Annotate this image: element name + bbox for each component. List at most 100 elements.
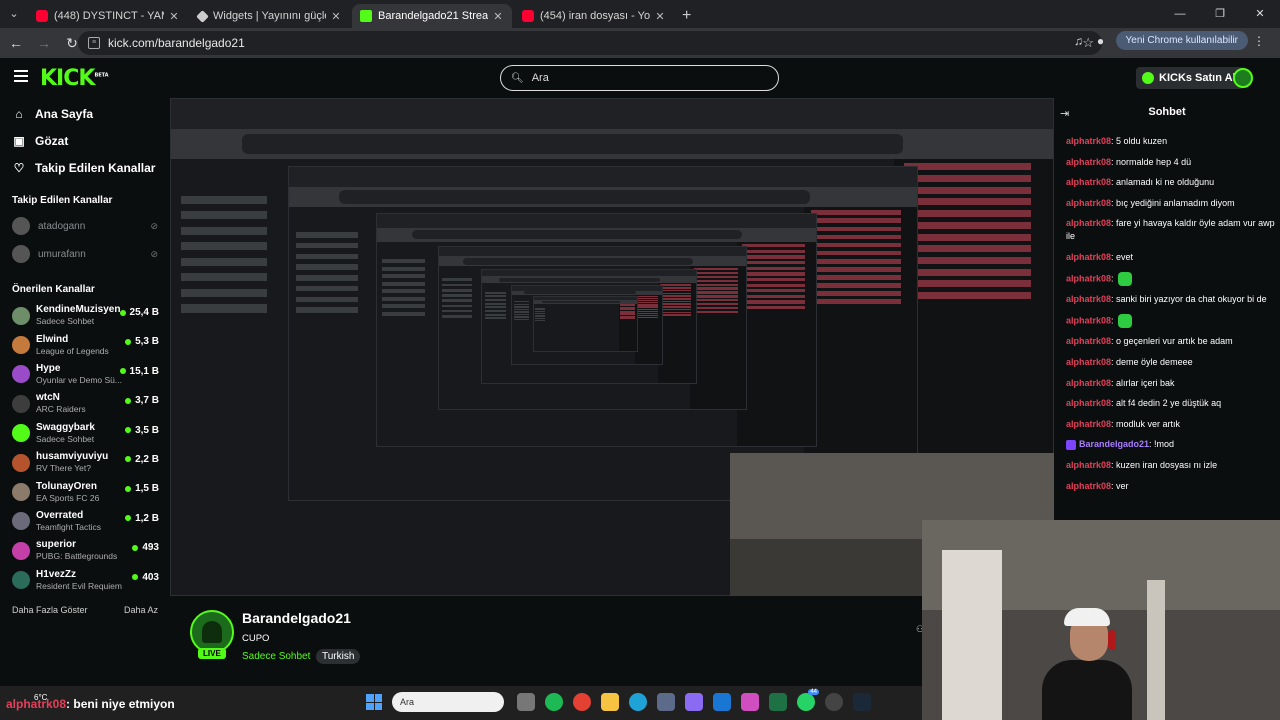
recommended-channel[interactable]: TolunayOren EA Sports FC 26 1,5 B xyxy=(0,477,170,506)
chat-text: : kuzen iran dosyası nı izle xyxy=(1111,459,1218,470)
chat-username[interactable]: alphatrk08 xyxy=(1066,378,1111,388)
recommended-channel[interactable]: Elwind League of Legends 5,3 B xyxy=(0,330,170,359)
tab-search-icon[interactable]: ⌄ xyxy=(6,6,22,22)
browser-tab[interactable]: (454) iran dosyası - YouTube ✕ xyxy=(514,4,674,28)
channel-name: H1vezZz xyxy=(36,568,77,580)
avatar xyxy=(12,306,30,325)
browser-tab[interactable]: (448) DYSTINCT - YAMA (Aykut ✕ xyxy=(28,4,188,28)
channel-category: Teamfight Tactics xyxy=(36,521,102,532)
whatsapp-badge: 44 xyxy=(808,689,819,695)
chat-text: : 5 oldu kuzen xyxy=(1111,136,1168,146)
search-icon: 🔍︎ xyxy=(511,72,524,84)
buy-kicks-button[interactable]: KICKs Satın Al xyxy=(1136,67,1244,89)
browser-tab[interactable]: Widgets | Yayınını güçlendirme ✕ xyxy=(190,4,350,28)
channel-name: wtcN xyxy=(36,392,60,404)
chat-username[interactable]: alphatrk08 xyxy=(1066,357,1111,367)
task-view-icon[interactable] xyxy=(517,693,535,711)
recommended-channel[interactable]: Hype Oyunlar ve Demo Sü... 15,1 B xyxy=(0,360,170,389)
windows-start-icon[interactable] xyxy=(366,694,382,710)
steam-icon[interactable] xyxy=(853,693,871,711)
menu-icon[interactable] xyxy=(14,70,28,82)
close-window-icon[interactable]: ✕ xyxy=(1240,0,1280,28)
recommended-channel[interactable]: H1vezZz Resident Evil Requiem 403 xyxy=(0,566,170,595)
chat-username[interactable]: alphatrk08 xyxy=(1066,157,1111,167)
chat-username[interactable]: alphatrk08 xyxy=(1066,218,1111,228)
user-avatar[interactable] xyxy=(1233,68,1253,88)
restore-icon[interactable]: ❐ xyxy=(1200,0,1240,28)
channel-category: Oyunlar ve Demo Sü... xyxy=(36,374,122,385)
chat-username[interactable]: alphatrk08 xyxy=(1066,315,1111,325)
show-less-link[interactable]: Daha Az xyxy=(124,605,158,615)
chat-overlay-text: alphatrk08: beni niye etmiyon xyxy=(6,697,175,711)
forward-icon[interactable]: → xyxy=(32,31,56,55)
tab-close-icon[interactable]: ✕ xyxy=(330,10,342,23)
stream-category[interactable]: Sadece Sohbet xyxy=(242,651,310,662)
chrome-menu-icon[interactable]: ⋮ xyxy=(1248,34,1270,48)
recommended-channel[interactable]: KendineMuzisyen Sadece Sohbet 25,4 B xyxy=(0,301,170,330)
recommended-channel[interactable]: wtcN ARC Raiders 3,7 B xyxy=(0,389,170,418)
sidebar-item[interactable]: ♡ Takip Edilen Kanallar xyxy=(0,154,170,181)
tab-close-icon[interactable]: ✕ xyxy=(492,10,504,23)
sidebar-item[interactable]: ▣ Gözat xyxy=(0,127,170,154)
chat-message: alphatrk08: normalde hep 4 dü xyxy=(1066,156,1276,169)
chat-username[interactable]: alphatrk08 xyxy=(1066,177,1111,187)
tab-label: Barandelgado21 Stream - Watc xyxy=(378,10,488,22)
sidebar-item[interactable]: ⌂ Ana Sayfa xyxy=(0,100,170,127)
media-control-icon[interactable]: ♫ xyxy=(1068,34,1090,48)
whatsapp-icon[interactable]: 44 xyxy=(797,689,819,711)
chat-username[interactable]: alphatrk08 xyxy=(1066,481,1111,491)
browser-tab[interactable]: Barandelgado21 Stream - Watc ✕ xyxy=(352,4,512,28)
chat-username[interactable]: alphatrk08 xyxy=(1066,294,1111,304)
address-bar[interactable]: ≡ kick.com/barandelgado21 ☆ xyxy=(78,31,1102,55)
obs-icon[interactable] xyxy=(825,693,843,711)
avatar xyxy=(12,571,30,590)
chat-username[interactable]: alphatrk08 xyxy=(1066,336,1111,346)
m365-icon[interactable] xyxy=(741,693,759,711)
chrome-update-button[interactable]: Yeni Chrome kullanılabilir xyxy=(1115,31,1248,50)
kick-logo[interactable]: KICKBETA xyxy=(40,66,109,91)
stream-title: CUPO xyxy=(242,633,270,644)
recommended-channel[interactable]: Overrated Teamfight Tactics 1,2 B xyxy=(0,507,170,536)
viewer-count: 1,5 B xyxy=(125,483,159,494)
chat-username[interactable]: Barandelgado21 xyxy=(1079,439,1149,449)
profile-icon[interactable]: ● xyxy=(1090,34,1112,48)
recommended-title: Önerilen Kanallar xyxy=(12,284,95,295)
chat-username[interactable]: alphatrk08 xyxy=(1066,198,1111,208)
search-input[interactable]: 🔍︎ Ara xyxy=(500,65,779,91)
site-info-icon[interactable]: ≡ xyxy=(88,37,100,49)
copilot-icon[interactable] xyxy=(685,693,703,711)
chat-username[interactable]: alphatrk08 xyxy=(1066,252,1111,262)
browse-icon: ▣ xyxy=(13,133,25,148)
avatar xyxy=(12,245,30,263)
outlook-icon[interactable] xyxy=(713,693,731,711)
recommended-channel[interactable]: husamviyuviyu RV There Yet? 2,2 B xyxy=(0,448,170,477)
chat-message: alphatrk08: o geçenleri vur artık be ada… xyxy=(1066,335,1276,348)
spotify-icon[interactable] xyxy=(545,693,563,711)
back-icon[interactable]: ← xyxy=(4,31,28,55)
avatar xyxy=(12,217,30,235)
tab-close-icon[interactable]: ✕ xyxy=(654,10,666,23)
minimize-icon[interactable]: — xyxy=(1160,0,1200,28)
new-tab-button[interactable]: + xyxy=(682,4,691,28)
chat-username[interactable]: alphatrk08 xyxy=(1066,136,1111,146)
recommended-channel[interactable]: superior PUBG: Battlegrounds 493 xyxy=(0,536,170,565)
chat-username[interactable]: alphatrk08 xyxy=(1066,273,1111,283)
chrome-icon[interactable] xyxy=(573,693,591,711)
language-tag[interactable]: Turkish xyxy=(316,649,361,664)
excel-icon[interactable] xyxy=(769,693,787,711)
file-explorer-icon[interactable] xyxy=(601,693,619,711)
edge-icon[interactable] xyxy=(629,693,647,711)
chat-username[interactable]: alphatrk08 xyxy=(1066,460,1111,470)
taskbar-search[interactable]: Ara xyxy=(392,692,504,712)
offline-icon: ⊘ xyxy=(150,220,158,231)
channel-name[interactable]: Barandelgado21 xyxy=(242,610,351,626)
store-icon[interactable] xyxy=(657,693,675,711)
followed-channel[interactable]: atadogann ⊘ xyxy=(0,212,170,240)
widgets-icon xyxy=(196,9,209,23)
chat-username[interactable]: alphatrk08 xyxy=(1066,419,1111,429)
chat-username[interactable]: alphatrk08 xyxy=(1066,398,1111,408)
followed-channel[interactable]: umurafann ⊘ xyxy=(0,240,170,268)
tab-close-icon[interactable]: ✕ xyxy=(168,10,180,23)
recommended-channel[interactable]: Swaggybark Sadece Sohbet 3,5 B xyxy=(0,419,170,448)
show-more-link[interactable]: Daha Fazla Göster xyxy=(12,605,88,615)
